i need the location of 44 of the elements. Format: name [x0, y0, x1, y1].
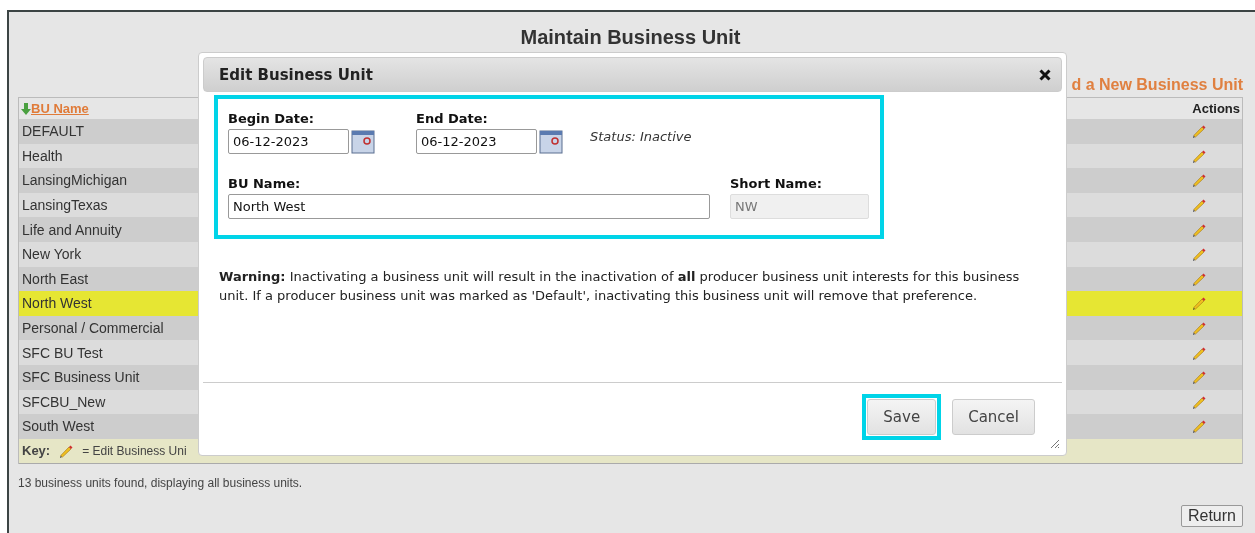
- table-cell: SFCBU_New: [22, 393, 106, 410]
- pencil-icon[interactable]: [1191, 246, 1207, 263]
- table-cell: North West: [22, 295, 92, 312]
- resize-grip-icon[interactable]: [1048, 437, 1060, 449]
- key-text: = Edit Business Uni: [82, 443, 187, 458]
- summary-text: 13 business units found, displaying all business units.: [18, 475, 304, 490]
- pencil-icon[interactable]: [1191, 369, 1207, 386]
- pencil-icon[interactable]: [1191, 320, 1207, 337]
- end-date-field[interactable]: 06-12-2023: [416, 129, 537, 154]
- table-cell: Health: [22, 147, 63, 164]
- table-cell: South West: [22, 418, 95, 435]
- table-cell: LansingTexas: [22, 197, 108, 214]
- table-cell: SFC Business Unit: [22, 369, 140, 386]
- dialog-title: Edit Business Unit: [219, 65, 373, 84]
- pencil-icon[interactable]: [1191, 197, 1207, 214]
- field-label: Begin Date:: [228, 111, 316, 126]
- field-label: BU Name:: [228, 176, 302, 191]
- table-cell: Personal / Commercial: [22, 320, 164, 337]
- close-button[interactable]: [1039, 68, 1051, 81]
- table-cell: Life and Annuity: [22, 221, 122, 238]
- dialog-button[interactable]: Save: [867, 399, 937, 435]
- pencil-icon[interactable]: [1191, 418, 1207, 435]
- pencil-icon[interactable]: [1191, 295, 1207, 312]
- begin-date-field[interactable]: 06-12-2023: [228, 129, 349, 154]
- key-label: Key:: [22, 443, 51, 459]
- field-label: Short Name:: [730, 176, 823, 191]
- column-header: Actions: [1192, 101, 1240, 116]
- table-cell: DEFAULT: [22, 123, 84, 140]
- bu-name-field[interactable]: North West: [228, 194, 710, 219]
- table-cell: SFC BU Test: [22, 344, 103, 361]
- table-cell: New York: [22, 246, 82, 263]
- calendar-icon[interactable]: [539, 129, 563, 154]
- status-text: Status: Inactive: [590, 129, 692, 144]
- pencil-icon[interactable]: [1191, 172, 1207, 189]
- calendar-icon[interactable]: [351, 129, 375, 154]
- table-cell: North East: [22, 270, 89, 287]
- dialog-button[interactable]: Cancel: [952, 399, 1035, 435]
- table-cell: LansingMichigan: [22, 172, 128, 189]
- warning-text: Warning: Inactivating a business unit will result in the inactivation of all producer business unit interests for this business unit. If a producer business unit was marked as 'Default', inactivating this business unit will remove that preference.: [219, 268, 1021, 305]
- field-label: End Date:: [416, 111, 489, 126]
- page-title: Maintain Business Unit: [519, 25, 742, 50]
- return-button[interactable]: Return: [1180, 504, 1243, 527]
- pencil-icon[interactable]: [1191, 123, 1207, 140]
- close-icon: [1039, 68, 1051, 81]
